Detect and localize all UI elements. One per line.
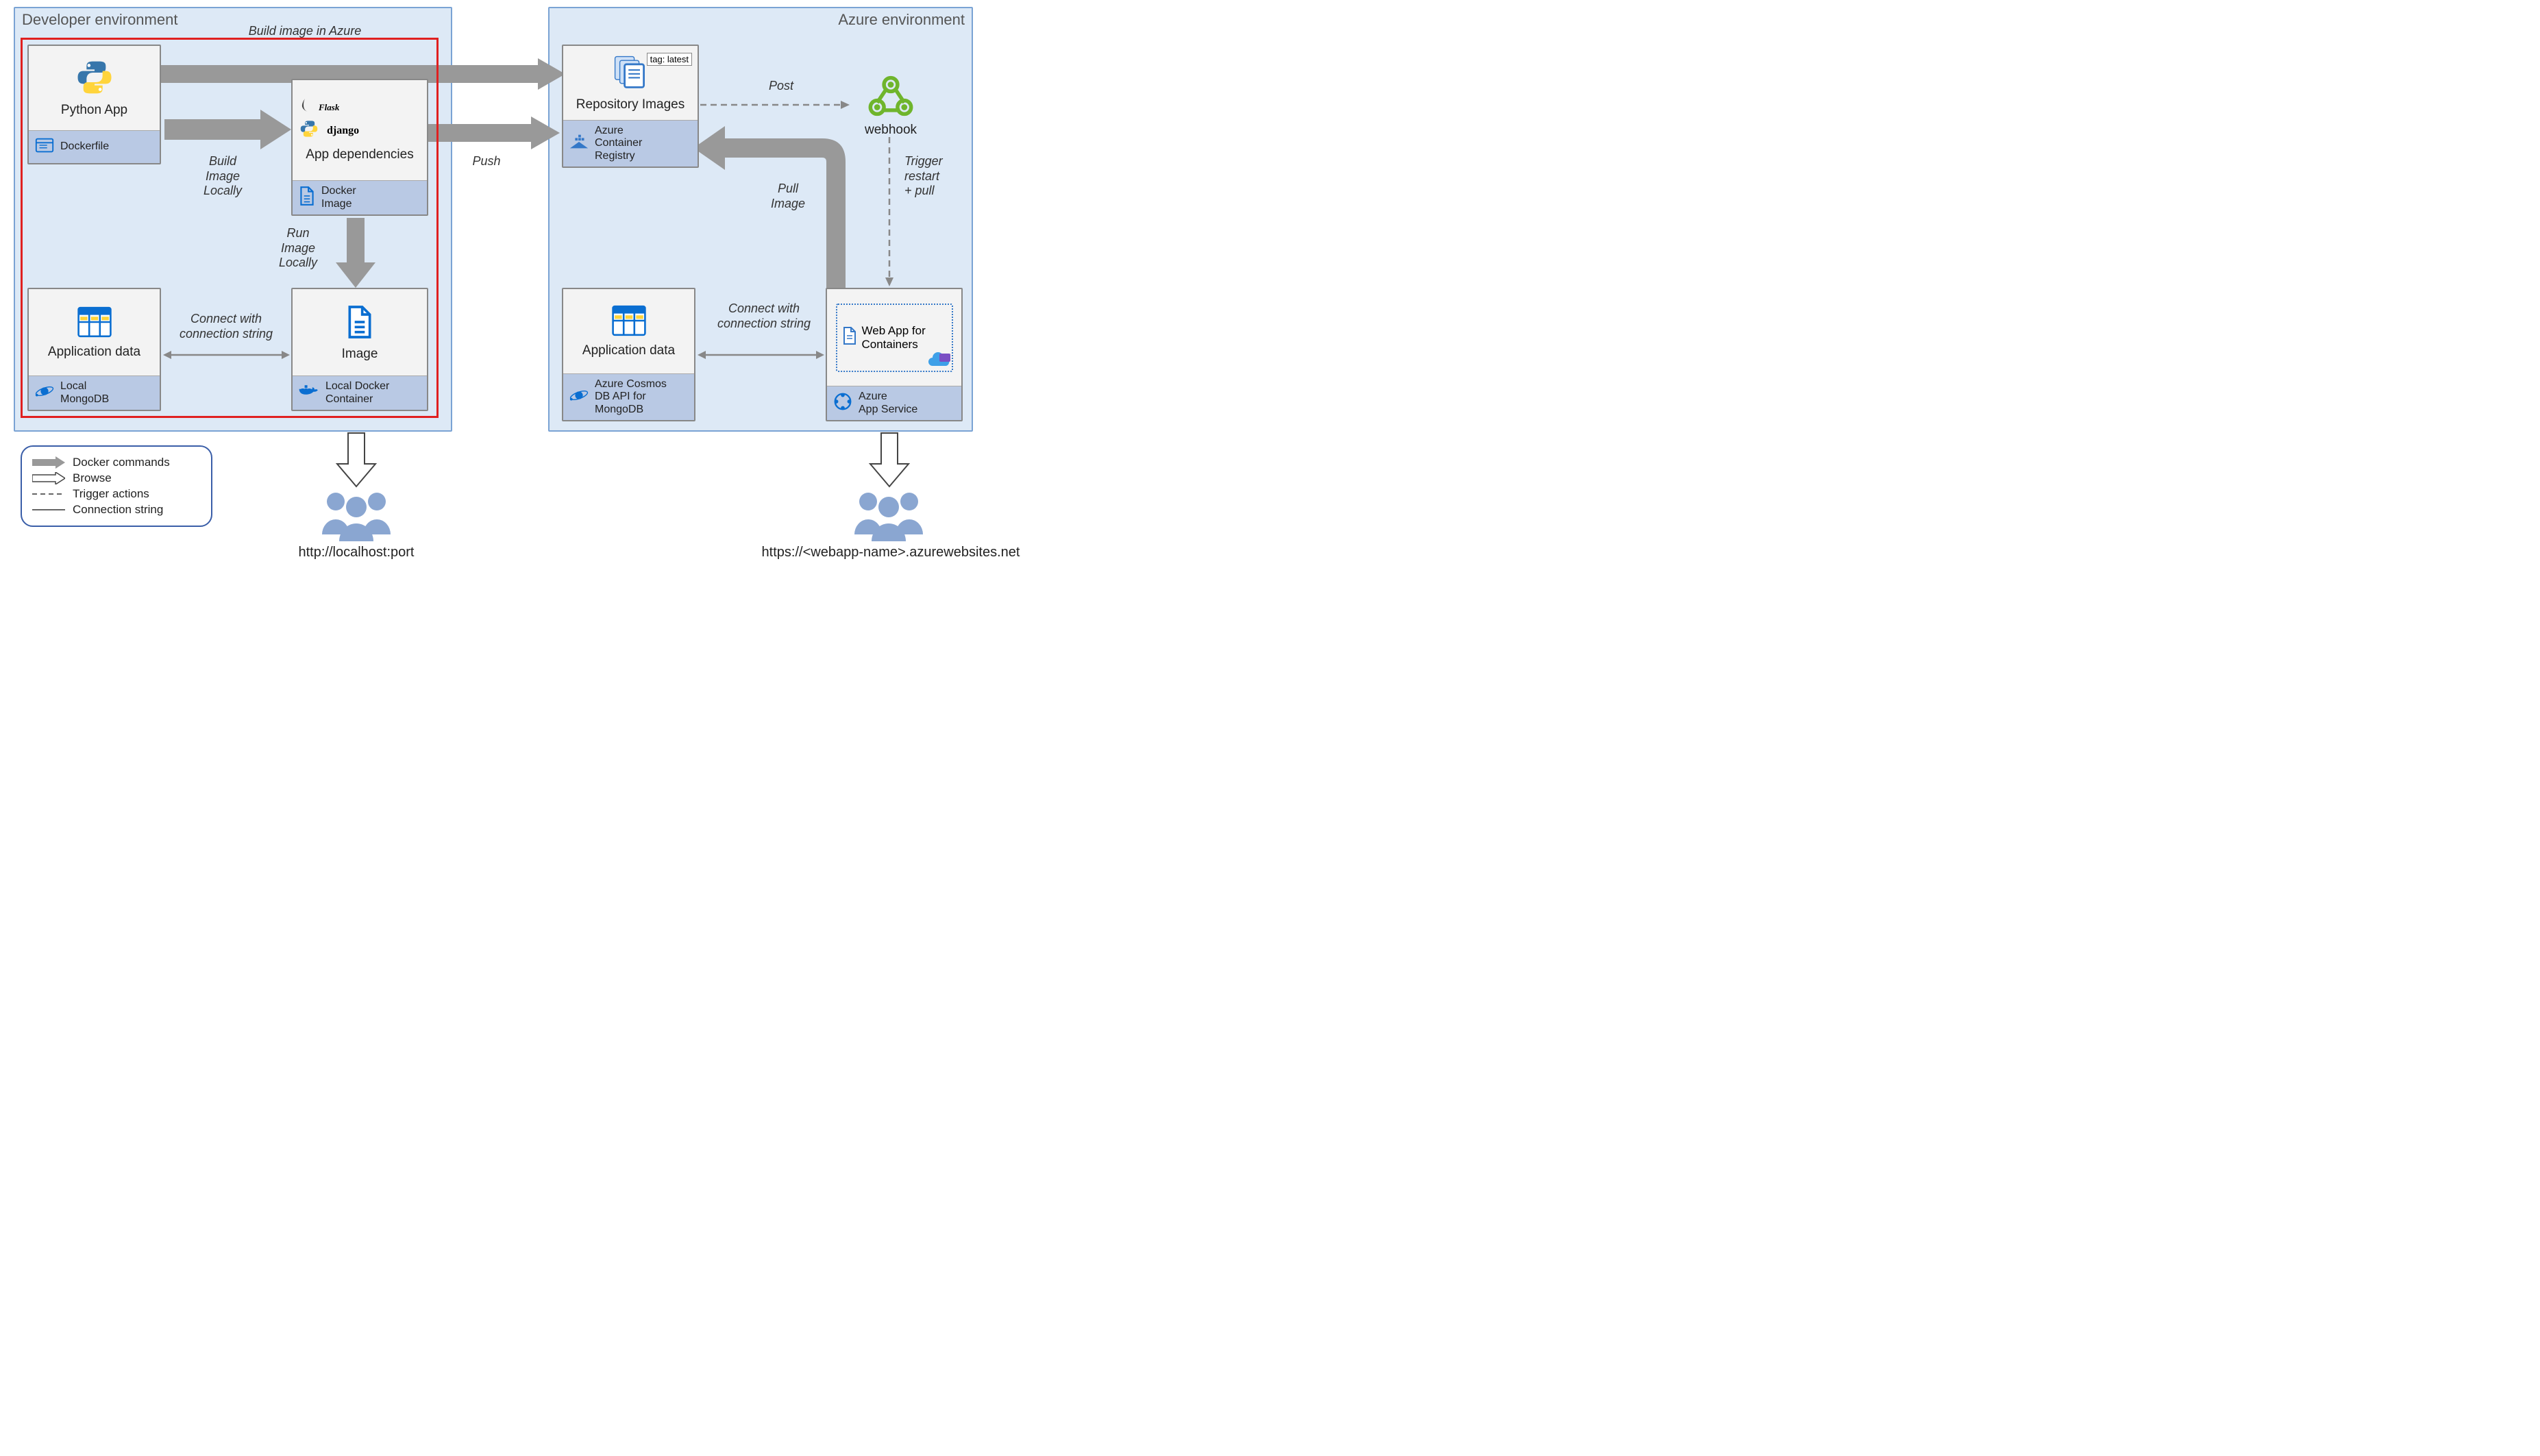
card-app-data-azure: Application data Azure Cosmos DB API for… <box>562 288 695 421</box>
acr-icon <box>569 132 589 155</box>
highlight-box <box>21 38 439 418</box>
legend-row-trigger: Trigger actions <box>32 487 201 501</box>
arrow-trigger <box>884 137 895 288</box>
card-title: Application data <box>582 343 675 358</box>
arrow-pull-image <box>685 123 863 315</box>
arrow-connect-azure <box>698 349 824 360</box>
webhook-icon <box>868 75 913 120</box>
web-app-inner-label: Web App for Containers <box>862 324 926 351</box>
card-title: Repository Images <box>576 97 685 112</box>
label-trigger: Trigger restart + pull <box>904 154 959 199</box>
legend-label: Browse <box>73 471 112 485</box>
label-connect-azure: Connect with connection string <box>713 301 815 331</box>
legend-docker-arrow-icon <box>32 456 66 469</box>
legend: Docker commands Browse Trigger actions C… <box>21 445 212 527</box>
legend-browse-arrow-icon <box>32 472 66 484</box>
legend-label: Trigger actions <box>73 487 149 501</box>
arrow-post <box>700 99 851 110</box>
app-service-icon <box>833 391 853 415</box>
webhook-label: webhook <box>850 123 932 138</box>
card-repo-images: tag: latest Repository Images Azure Cont… <box>562 45 699 168</box>
legend-dashed-line-icon <box>32 488 66 500</box>
url-local: http://localhost:port <box>288 545 425 560</box>
url-azure: https://<webapp-name>.azurewebsites.net <box>754 545 1028 560</box>
documents-stack-icon <box>611 53 650 95</box>
legend-solid-line-icon <box>32 504 66 516</box>
legend-row-docker: Docker commands <box>32 456 201 469</box>
document-icon-small <box>841 325 858 349</box>
card-web-app: Web App for Containers Azure App Service <box>826 288 963 421</box>
legend-label: Docker commands <box>73 456 170 469</box>
cosmos-icon <box>569 385 589 409</box>
card-footer-text: Azure App Service <box>859 391 917 416</box>
data-grid-icon <box>611 304 647 341</box>
arrow-browse-azure <box>870 433 909 488</box>
label-post: Post <box>761 79 802 94</box>
legend-row-conn: Connection string <box>32 503 201 517</box>
legend-row-browse: Browse <box>32 471 201 485</box>
arrow-push <box>425 116 562 151</box>
card-footer-text: Azure Container Registry <box>595 125 642 162</box>
users-local-icon <box>312 486 401 545</box>
label-push: Push <box>466 154 507 169</box>
arrow-browse-local <box>337 433 375 488</box>
legend-label: Connection string <box>73 503 163 517</box>
label-build-azure: Build image in Azure <box>230 24 380 39</box>
env-title-azure: Azure environment <box>838 11 965 29</box>
web-app-inner-box: Web App for Containers <box>836 304 953 372</box>
cloud-decoration-icon <box>927 352 954 375</box>
users-azure-icon <box>844 486 933 545</box>
label-pull-image: Pull Image <box>764 182 812 211</box>
webhook-node: webhook <box>850 75 932 138</box>
card-footer-text: Azure Cosmos DB API for MongoDB <box>595 378 667 416</box>
tag-latest: tag: latest <box>647 53 692 66</box>
env-title-dev: Developer environment <box>22 11 177 29</box>
